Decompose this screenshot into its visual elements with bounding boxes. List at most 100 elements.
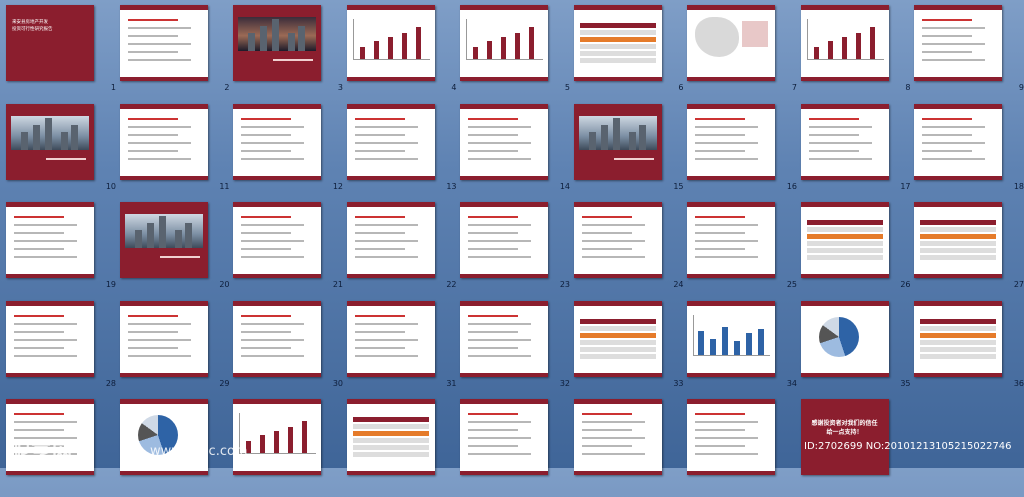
slide-thumbnail[interactable]: 10 bbox=[6, 103, 119, 202]
slide-thumbnail[interactable]: 23 bbox=[460, 202, 573, 300]
slide-thumbnail[interactable]: 20 bbox=[119, 202, 233, 300]
slide-thumbnail[interactable]: 26 bbox=[800, 202, 914, 300]
slide-photo bbox=[124, 214, 203, 248]
slide-thumbnail[interactable]: 32 bbox=[460, 300, 573, 399]
slide-thumbnail[interactable]: 18 bbox=[914, 103, 1024, 202]
slide-decoration bbox=[354, 338, 418, 341]
slide-footer-bar bbox=[914, 372, 1002, 377]
slide-thumbnail[interactable]: 15 bbox=[573, 103, 687, 202]
slide-thumbnail[interactable]: 4 bbox=[346, 5, 460, 103]
slide-thumbnail[interactable] bbox=[346, 399, 460, 497]
slide-thumbnail[interactable]: 6 bbox=[573, 5, 687, 103]
slide-thumbnail[interactable]: 19 bbox=[6, 202, 119, 300]
slide-decoration bbox=[354, 330, 405, 333]
slide-thumbnail[interactable]: 5 bbox=[460, 5, 573, 103]
slide-decoration bbox=[468, 429, 518, 431]
slide-header-bar bbox=[233, 399, 321, 404]
slide-number: 31 bbox=[446, 378, 457, 388]
slide-footer-bar bbox=[6, 372, 94, 377]
slide-decoration bbox=[354, 354, 418, 357]
table-row bbox=[920, 241, 996, 246]
slide-thumbnail[interactable] bbox=[460, 399, 573, 497]
slide-decoration bbox=[468, 149, 518, 152]
slide-decoration bbox=[468, 437, 531, 439]
slide-thumbnail[interactable]: 31 bbox=[346, 300, 460, 399]
slide-thumbnail[interactable]: 13 bbox=[346, 103, 460, 202]
slide-decoration bbox=[354, 240, 418, 242]
slide-number: 3 bbox=[337, 83, 343, 92]
chart-bar bbox=[274, 431, 279, 453]
slide-preview bbox=[6, 103, 94, 180]
slide-thumbnail[interactable]: 25 bbox=[687, 202, 800, 300]
slide-footer-bar bbox=[346, 77, 435, 81]
slide-preview bbox=[119, 300, 208, 377]
building-shape bbox=[638, 124, 646, 150]
slide-decoration bbox=[468, 413, 518, 415]
slide-decoration bbox=[695, 133, 745, 136]
slide-table bbox=[806, 220, 883, 262]
slide-decoration bbox=[808, 141, 872, 144]
slide-preview bbox=[800, 5, 889, 81]
slide-thumbnail[interactable]: 21 bbox=[233, 202, 346, 300]
slide-thumbnail[interactable]: 34 bbox=[687, 300, 800, 399]
slide-thumbnail[interactable]: 7 bbox=[687, 5, 800, 103]
slide-thumbnail[interactable]: 22 bbox=[346, 202, 460, 300]
slide-header-bar bbox=[687, 103, 775, 109]
slide-header-bar bbox=[233, 300, 321, 306]
slide-decoration bbox=[241, 256, 304, 258]
slide-thumbnail[interactable]: 35 bbox=[800, 300, 914, 399]
slide-thumbnail[interactable]: 14 bbox=[460, 103, 573, 202]
slide-thumbnail[interactable]: 11 bbox=[119, 103, 233, 202]
slide-preview bbox=[800, 202, 889, 278]
slide-number: 32 bbox=[559, 378, 570, 388]
chart-bar bbox=[473, 47, 478, 59]
slide-decoration bbox=[46, 157, 86, 160]
slide-thumbnail[interactable]: 24 bbox=[573, 202, 687, 300]
slide-thumbnail[interactable]: 12 bbox=[233, 103, 346, 202]
slide-thumbnail[interactable]: 3 bbox=[233, 5, 346, 103]
slide-decoration bbox=[354, 256, 418, 258]
slide-thumbnail[interactable]: 29 bbox=[119, 300, 233, 399]
slide-thumbnail[interactable]: 8 bbox=[800, 5, 914, 103]
slide-thumbnail[interactable]: 36 bbox=[914, 300, 1024, 399]
slide-number: 5 bbox=[564, 83, 570, 92]
slide-decoration bbox=[922, 141, 985, 144]
table-row bbox=[579, 37, 656, 42]
slide-header-bar bbox=[6, 202, 94, 207]
slide-preview bbox=[233, 300, 321, 377]
slide-thumbnail[interactable]: 9 bbox=[914, 5, 1024, 103]
slide-header-bar bbox=[6, 300, 94, 306]
chart-bar bbox=[487, 41, 492, 59]
slide-decoration bbox=[695, 248, 745, 250]
slide-thumbnail[interactable]: 27 bbox=[914, 202, 1024, 300]
slide-thumbnail[interactable] bbox=[687, 399, 800, 497]
slide-header-bar bbox=[460, 5, 548, 10]
slide-decoration bbox=[581, 232, 632, 234]
slide-preview bbox=[119, 202, 208, 278]
slide-decoration bbox=[922, 149, 972, 152]
slide-thumbnail[interactable] bbox=[233, 399, 346, 497]
slide-decoration bbox=[808, 125, 872, 128]
slide-thumbnail[interactable]: 33 bbox=[573, 300, 687, 399]
slide-thumbnail[interactable]: 16 bbox=[687, 103, 800, 202]
slide-decoration bbox=[695, 240, 758, 242]
slide-decoration bbox=[14, 248, 64, 250]
slide-decoration bbox=[468, 133, 518, 136]
slide-footer-bar bbox=[6, 274, 94, 278]
slide-header-bar bbox=[233, 103, 321, 109]
slide-decoration bbox=[581, 437, 645, 439]
slide-thumbnail[interactable]: 28 bbox=[6, 300, 119, 399]
slide-thumbnail[interactable]: 17 bbox=[800, 103, 914, 202]
slide-thumbnail[interactable]: 来安县房地产开发 投资可行性研究报告 1 bbox=[6, 5, 119, 103]
slide-thumbnail[interactable]: 2 bbox=[119, 5, 233, 103]
slide-thumbnail[interactable]: 30 bbox=[233, 300, 346, 399]
slide-decoration bbox=[14, 421, 77, 423]
slide-number: 24 bbox=[673, 280, 684, 289]
slide-thumbnail[interactable] bbox=[573, 399, 687, 497]
slide-preview bbox=[573, 5, 662, 81]
slide-header-bar bbox=[6, 399, 94, 404]
slide-decoration bbox=[613, 157, 654, 160]
slide-table bbox=[352, 417, 429, 459]
thanks-line2: 给一点支持！ bbox=[826, 429, 863, 436]
building-shape bbox=[248, 33, 255, 51]
